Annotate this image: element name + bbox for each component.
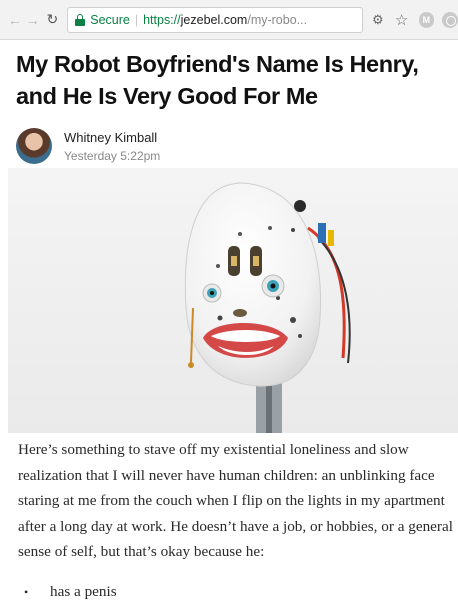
browser-toolbar: ← → ↻ Secure | https://jezebel.com/my-ro… <box>0 0 458 40</box>
reload-icon[interactable]: ↻ <box>44 11 62 29</box>
address-divider: | <box>134 12 139 27</box>
list-item-text: has a penis <box>50 583 117 600</box>
extension-icon[interactable] <box>442 11 458 28</box>
article-list: • has a penis <box>24 583 117 601</box>
hero-image <box>8 168 458 433</box>
address-bar[interactable]: Secure | https://jezebel.com/my-robo... <box>67 6 363 33</box>
lock-icon <box>75 13 86 26</box>
forward-arrow-icon[interactable]: → <box>24 11 42 29</box>
author-avatar[interactable] <box>16 128 52 164</box>
url-host: jezebel.com <box>180 12 248 27</box>
bullet-icon: • <box>24 585 29 599</box>
secure-label: Secure <box>90 12 130 27</box>
author-name[interactable]: Whitney Kimball <box>64 130 157 145</box>
list-item: • has a penis <box>24 583 117 601</box>
extension-icon[interactable]: ⚙ <box>369 11 387 29</box>
back-arrow-icon[interactable]: ← <box>6 11 24 29</box>
star-icon[interactable]: ☆ <box>393 11 411 29</box>
article-paragraph: Here’s something to stave off my existen… <box>18 441 453 561</box>
article-title: My Robot Boyfriend's Name Is Henry, and … <box>16 51 419 109</box>
extension-icon[interactable]: M <box>418 11 435 28</box>
url-scheme: https:// <box>143 12 181 27</box>
post-timestamp[interactable]: Yesterday 5:22pm <box>64 149 160 163</box>
url-path: /my-robo... <box>247 12 308 27</box>
robot-head-illustration <box>184 182 351 433</box>
